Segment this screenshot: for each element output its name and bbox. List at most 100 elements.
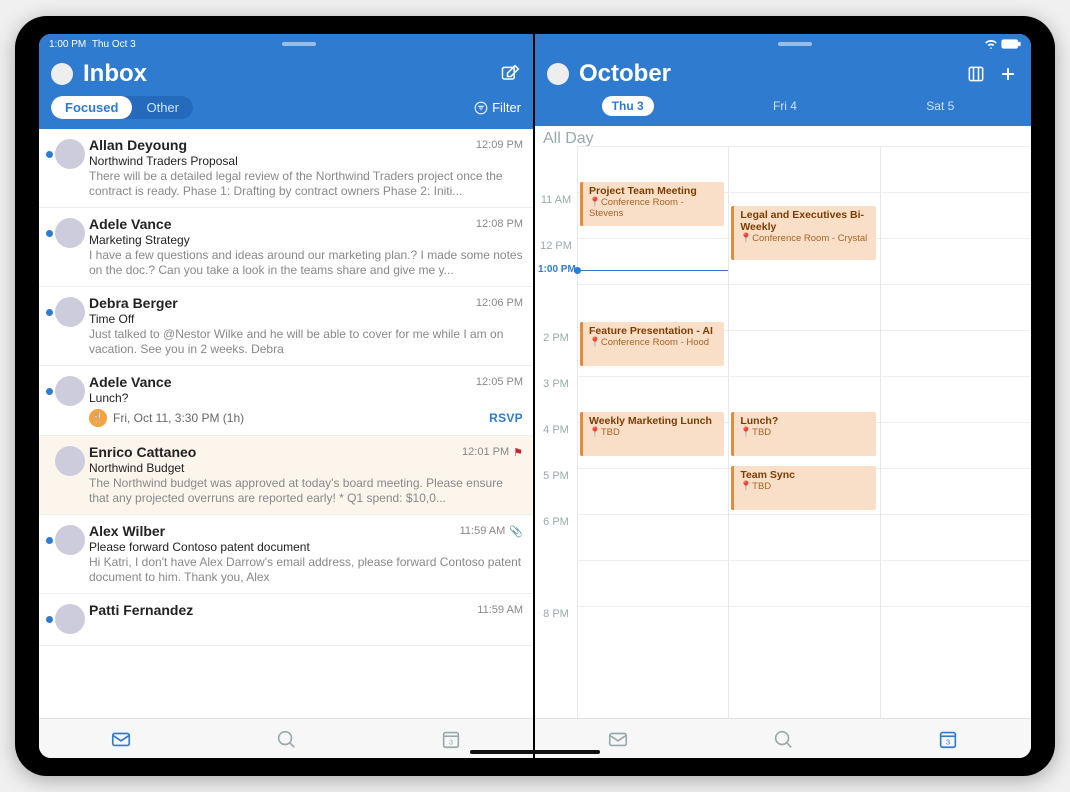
sender-avatar [55,376,85,406]
hour-label: 12 PM [535,238,577,284]
message-subject: Lunch? [89,391,523,405]
tab-other[interactable]: Other [132,96,193,119]
status-bar-right [535,34,1031,54]
fork-knife-icon: 🍴 [89,409,107,427]
message-preview: The Northwind budget was approved at tod… [89,476,523,506]
sender-avatar [55,446,85,476]
sender-name: Alex Wilber [89,523,460,539]
message-row[interactable]: Alex Wilber11:59 AM 📎Please forward Cont… [39,515,533,594]
event-grid[interactable]: 1:00 PM Project Team Meeting📍Conference … [577,146,1031,718]
sender-name: Enrico Cattaneo [89,444,462,460]
wifi-icon [984,39,998,49]
calendar-column-2[interactable] [880,146,1031,718]
invite-time: Fri, Oct 11, 3:30 PM (1h) [113,411,483,425]
event-title: Project Team Meeting [589,185,718,197]
calendar-column-0[interactable]: 1:00 PM Project Team Meeting📍Conference … [577,146,728,718]
message-time: 12:08 PM [476,216,523,232]
status-bar-left: 1:00 PM Thu Oct 3 [39,34,533,54]
multitask-handle[interactable] [282,42,316,46]
calendar-grid[interactable]: 11 AM12 PM2 PM3 PM4 PM5 PM6 PM8 PM 1:00 … [535,146,1031,718]
day-tab[interactable]: Fri 4 [763,96,807,116]
message-preview: I have a few questions and ideas around … [89,248,523,278]
nav-mail-2[interactable] [606,727,630,751]
message-subject: Northwind Traders Proposal [89,154,523,168]
mail-pane: 1:00 PM Thu Oct 3 Inbox Focused Other Fi [39,34,535,758]
nav-calendar-2[interactable]: 3 [936,727,960,751]
calendar-event[interactable]: Legal and Executives Bi-Weekly📍Conferenc… [731,206,875,260]
message-subject: Please forward Contoso patent document [89,540,523,554]
calendar-pane: October Thu 3Fri 4Sat 5 All Day 11 AM12 … [535,34,1031,758]
message-row[interactable]: Adele Vance12:05 PMLunch?🍴Fri, Oct 11, 3… [39,366,533,436]
hour-label [535,146,577,192]
nav-search-2[interactable] [771,727,795,751]
new-event-button[interactable] [997,63,1019,85]
account-avatar[interactable] [51,63,73,85]
multitask-handle-right[interactable] [778,42,812,46]
hour-label: 4 PM [535,422,577,468]
sender-avatar [55,525,85,555]
day-tab[interactable]: Thu 3 [602,96,654,116]
message-row[interactable]: Allan Deyoung12:09 PMNorthwind Traders P… [39,129,533,208]
message-row[interactable]: Debra Berger12:06 PMTime OffJust talked … [39,287,533,366]
rsvp-button[interactable]: RSVP [489,411,523,425]
event-location: 📍TBD [740,481,869,492]
inbox-tabs: Focused Other [51,96,193,119]
view-toggle-button[interactable] [965,63,987,85]
day-selector: Thu 3 Fri 4 Sat 5 [547,96,1019,116]
meeting-invite: 🍴 Fri, Oct 11, 3:30 PM (1h) RSVP [89,409,523,427]
message-time: 12:06 PM [476,295,523,311]
tab-focused[interactable]: Focused [51,96,132,119]
svg-text:3: 3 [449,737,453,746]
event-title: Legal and Executives Bi-Weekly [740,209,869,233]
event-title: Weekly Marketing Lunch [589,415,718,427]
event-title: Feature Presentation - AI [589,325,718,337]
message-subject: Marketing Strategy [89,233,523,247]
unread-dot [46,151,53,158]
hour-label: 2 PM [535,330,577,376]
nav-search[interactable] [274,727,298,751]
nav-mail[interactable] [109,727,133,751]
filter-button[interactable]: Filter [474,100,521,115]
mail-header: Inbox Focused Other Filter [39,54,533,129]
message-time: 12:09 PM [476,137,523,153]
calendar-account-avatar[interactable] [547,63,569,85]
unread-dot [46,309,53,316]
home-indicator[interactable] [470,750,600,754]
event-location: 📍TBD [740,427,869,438]
calendar-event[interactable]: Feature Presentation - AI📍Conference Roo… [580,322,724,366]
sender-name: Debra Berger [89,295,476,311]
message-row[interactable]: Adele Vance12:08 PMMarketing StrategyI h… [39,208,533,287]
calendar-event[interactable]: Weekly Marketing Lunch📍TBD [580,412,724,456]
sender-avatar [55,139,85,169]
unread-dot [46,388,53,395]
message-row[interactable]: Patti Fernandez11:59 AM [39,594,533,646]
calendar-column-1[interactable]: Legal and Executives Bi-Weekly📍Conferenc… [728,146,879,718]
message-subject: Northwind Budget [89,461,523,475]
calendar-event[interactable]: Project Team Meeting📍Conference Room - S… [580,182,724,226]
message-preview: Just talked to @Nestor Wilke and he will… [89,327,523,357]
message-list[interactable]: Allan Deyoung12:09 PMNorthwind Traders P… [39,129,533,718]
calendar-event[interactable]: Lunch?📍TBD [731,412,875,456]
unread-dot [46,616,53,623]
day-tab[interactable]: Sat 5 [916,96,964,116]
hour-label: 5 PM [535,468,577,514]
unread-dot [46,537,53,544]
calendar-header: October Thu 3Fri 4Sat 5 [535,54,1031,126]
event-location: 📍Conference Room - Stevens [589,197,718,219]
sender-avatar [55,604,85,634]
nav-calendar[interactable]: 3 [439,727,463,751]
attachment-icon: 📎 [509,525,523,538]
status-time: 1:00 PM [49,39,86,50]
sender-name: Adele Vance [89,216,476,232]
calendar-event[interactable]: Team Sync📍TBD [731,466,875,510]
sender-avatar [55,218,85,248]
compose-button[interactable] [499,63,521,85]
message-row[interactable]: Enrico Cattaneo12:01 PM ⚑Northwind Budge… [39,436,533,515]
event-location: 📍Conference Room - Crystal [740,233,869,244]
svg-text:3: 3 [946,737,950,746]
sender-avatar [55,297,85,327]
message-subject: Time Off [89,312,523,326]
sender-name: Patti Fernandez [89,602,477,618]
hour-label: 6 PM [535,514,577,560]
calendar-bottom-nav: 3 [535,718,1031,758]
